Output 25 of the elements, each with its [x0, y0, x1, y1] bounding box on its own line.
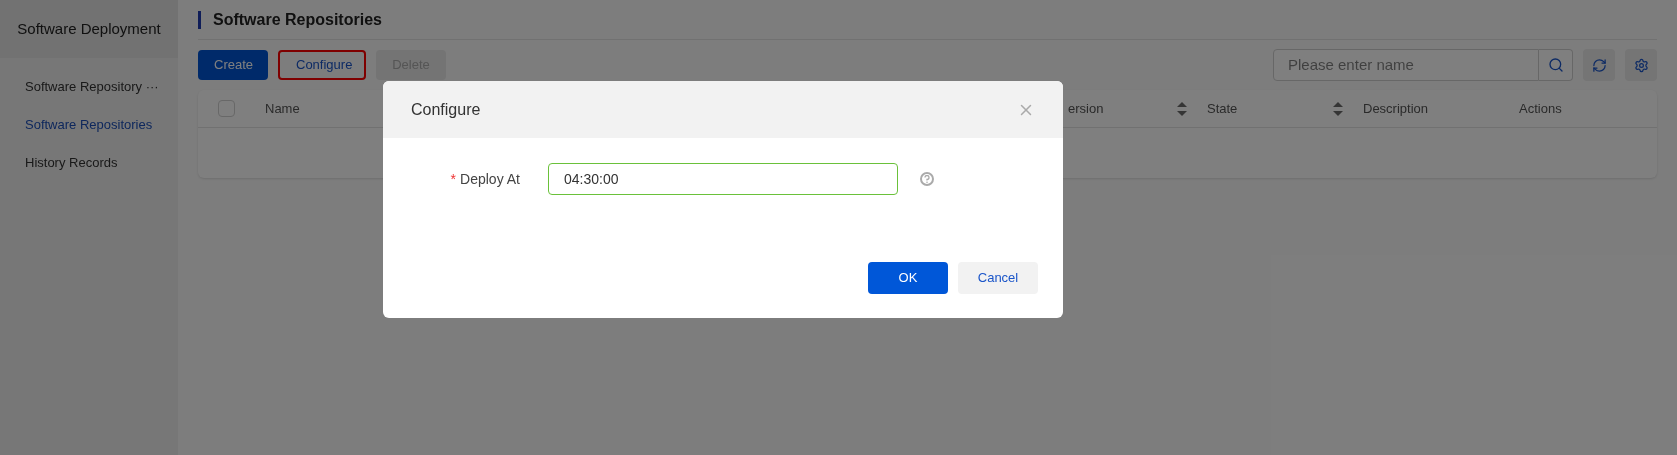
column-header: Name	[265, 99, 300, 118]
column-header: ersion	[1068, 99, 1104, 118]
sidebar-item[interactable]: History Records	[0, 144, 178, 182]
dialog-button[interactable]: OK	[868, 262, 948, 294]
search-field[interactable]: Please enter name	[1273, 49, 1539, 81]
field-label: Deploy At	[460, 169, 520, 189]
sidebar-item[interactable]: Software Repository ···	[0, 68, 178, 106]
dialog-button[interactable]: Cancel	[958, 262, 1038, 294]
column-header: Actions	[1519, 99, 1562, 118]
column-header: Description	[1363, 99, 1429, 118]
toolbar-button[interactable]: Create	[198, 50, 268, 80]
sort-icon[interactable]	[1177, 101, 1187, 116]
dialog-title: Configure	[411, 99, 481, 120]
time-field[interactable]: 04:30:00	[548, 163, 898, 195]
required-mark: *	[450, 169, 457, 189]
settings-icon[interactable]	[1625, 49, 1657, 81]
sidebar-item[interactable]: Software Repositories	[0, 106, 178, 144]
page-title: Software Repositories	[213, 9, 382, 30]
help-icon[interactable]	[920, 172, 934, 186]
sidebar-title: Software Deployment	[0, 0, 178, 58]
sort-icon[interactable]	[1333, 101, 1343, 116]
refresh-icon[interactable]	[1583, 49, 1615, 81]
toolbar-button[interactable]: Configure	[278, 50, 366, 80]
column-header: State	[1207, 99, 1238, 118]
search-icon[interactable]	[1539, 49, 1573, 81]
